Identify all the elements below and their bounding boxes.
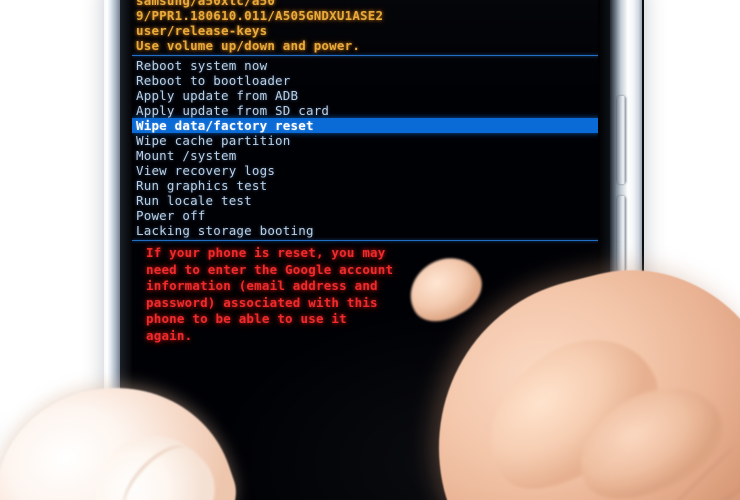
factory-reset-warning: If your phone is reset, you may need to …: [132, 243, 600, 344]
menu-item-mount-system[interactable]: Mount /system: [132, 148, 600, 163]
menu-item-run-graphics-test[interactable]: Run graphics test: [132, 178, 600, 193]
warning-line-3: information (email address and: [146, 278, 378, 293]
menu-item-wipe-data-factory-reset[interactable]: Wipe data/factory reset: [132, 118, 600, 133]
phone-screen: Android Recovery samsung/a50xtc/a50 9/PP…: [132, 0, 600, 500]
build-fingerprint-line-1: samsung/a50xtc/a50: [136, 0, 276, 8]
menu-item-reboot-to-bootloader[interactable]: Reboot to bootloader: [132, 73, 600, 88]
menu-item-view-recovery-logs[interactable]: View recovery logs: [132, 163, 600, 178]
recovery-header: Android Recovery samsung/a50xtc/a50 9/PP…: [132, 0, 600, 53]
recovery-console: Android Recovery samsung/a50xtc/a50 9/PP…: [132, 0, 600, 344]
warning-line-1: If your phone is reset, you may: [146, 245, 386, 260]
divider-bottom: [132, 240, 600, 241]
warning-line-4: password) associated with this: [146, 294, 378, 310]
build-fingerprint-line-2: 9/PPR1.180610.011/A505GNDXU1ASE2: [136, 8, 384, 23]
recovery-menu: Reboot system now Reboot to bootloader A…: [132, 58, 600, 238]
menu-item-power-off[interactable]: Power off: [132, 208, 600, 223]
warning-line-2: need to enter the Google account: [146, 261, 394, 277]
warning-line-5: phone to be able to use it: [146, 311, 347, 326]
warning-line-6: again.: [146, 327, 193, 343]
phone-right-rail: [610, 0, 642, 500]
menu-item-apply-update-from-sd-card[interactable]: Apply update from SD card: [132, 103, 600, 118]
menu-item-reboot-system-now[interactable]: Reboot system now: [132, 58, 600, 73]
build-fingerprint-line-3: user/release-keys: [136, 23, 268, 38]
volume-rocker-button[interactable]: [617, 96, 626, 184]
divider-top: [132, 55, 600, 56]
navigation-hint: Use volume up/down and power.: [136, 38, 361, 53]
power-button[interactable]: [617, 196, 626, 272]
menu-item-wipe-cache-partition[interactable]: Wipe cache partition: [132, 133, 600, 148]
menu-item-apply-update-from-adb[interactable]: Apply update from ADB: [132, 88, 600, 103]
menu-item-run-locale-test[interactable]: Run locale test: [132, 193, 600, 208]
screenshot-root: Android Recovery samsung/a50xtc/a50 9/PP…: [0, 0, 740, 500]
menu-item-lacking-storage-booting[interactable]: Lacking storage booting: [132, 223, 600, 238]
